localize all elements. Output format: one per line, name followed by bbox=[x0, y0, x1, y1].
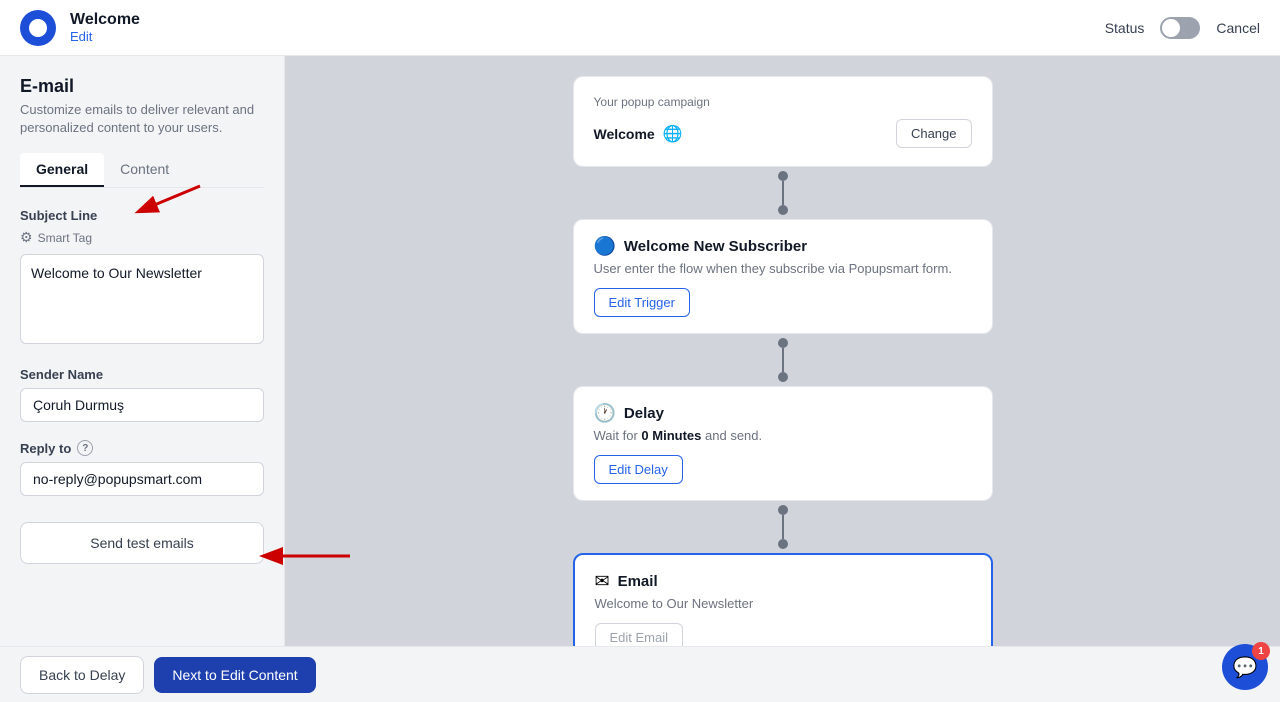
delay-desc-suffix: and send. bbox=[705, 428, 762, 443]
subject-line-label: Subject Line bbox=[20, 208, 264, 223]
flow-vert-2 bbox=[782, 348, 784, 372]
reply-to-label: Reply to ? bbox=[20, 440, 264, 456]
next-button[interactable]: Next to Edit Content bbox=[154, 657, 315, 693]
trigger-desc: User enter the flow when they subscribe … bbox=[594, 261, 972, 276]
right-panel: Your popup campaign Welcome 🌐 Change bbox=[285, 56, 1280, 702]
flow-line-2 bbox=[573, 334, 993, 386]
delay-title: Delay bbox=[624, 405, 664, 422]
reply-to-input[interactable] bbox=[20, 462, 264, 496]
trigger-title: Welcome New Subscriber bbox=[624, 238, 807, 255]
status-toggle[interactable] bbox=[1160, 17, 1200, 39]
campaign-label: Your popup campaign bbox=[594, 95, 972, 109]
reply-to-text: Reply to bbox=[20, 441, 71, 456]
reply-to-group: Reply to ? bbox=[20, 440, 264, 496]
trigger-icon: 🔵 bbox=[594, 236, 616, 257]
delay-desc-value: 0 Minutes bbox=[641, 428, 701, 443]
cancel-button[interactable]: Cancel bbox=[1216, 20, 1260, 36]
email-title: Email bbox=[618, 573, 658, 590]
smart-tag-label: Smart Tag bbox=[38, 231, 92, 245]
flow-dot-1 bbox=[778, 171, 788, 181]
campaign-name-text: Welcome bbox=[594, 126, 655, 142]
flow-dot-4 bbox=[778, 372, 788, 382]
flow-vert-1 bbox=[782, 181, 784, 205]
trigger-card-header: 🔵 Welcome New Subscriber bbox=[594, 236, 972, 257]
tab-bar: General Content bbox=[20, 153, 264, 188]
logo-inner bbox=[29, 19, 47, 37]
smart-tag-icon: ⚙ bbox=[20, 229, 33, 246]
sender-name-input[interactable] bbox=[20, 388, 264, 422]
chat-bubble[interactable]: 💬 1 bbox=[1222, 644, 1268, 690]
flow-dot-6 bbox=[778, 539, 788, 549]
subject-line-group: Subject Line ⚙ Smart Tag Welcome to Our … bbox=[20, 208, 264, 349]
back-button[interactable]: Back to Delay bbox=[20, 656, 144, 694]
trigger-card: 🔵 Welcome New Subscriber User enter the … bbox=[573, 219, 993, 334]
edit-trigger-button[interactable]: Edit Trigger bbox=[594, 288, 690, 317]
edit-link[interactable]: Edit bbox=[70, 29, 140, 44]
sender-name-group: Sender Name bbox=[20, 367, 264, 422]
page-title: Welcome bbox=[70, 11, 140, 29]
smart-tag-row[interactable]: ⚙ Smart Tag bbox=[20, 229, 264, 246]
delay-desc-prefix: Wait for bbox=[594, 428, 642, 443]
flow-container: Your popup campaign Welcome 🌐 Change bbox=[573, 76, 993, 670]
help-icon[interactable]: ? bbox=[77, 440, 93, 456]
left-panel: E-mail Customize emails to deliver relev… bbox=[0, 56, 285, 702]
chat-badge: 1 bbox=[1252, 642, 1270, 660]
main-layout: E-mail Customize emails to deliver relev… bbox=[0, 56, 1280, 702]
bottom-bar: Back to Delay Next to Edit Content bbox=[0, 646, 1280, 702]
campaign-card: Your popup campaign Welcome 🌐 Change bbox=[573, 76, 993, 167]
toggle-knob bbox=[1162, 19, 1180, 37]
header-title-block: Welcome Edit bbox=[70, 11, 140, 44]
flow-dot-3 bbox=[778, 338, 788, 348]
email-card-header: ✉ Email bbox=[595, 571, 971, 592]
change-button[interactable]: Change bbox=[896, 119, 972, 148]
edit-delay-button[interactable]: Edit Delay bbox=[594, 455, 683, 484]
delay-desc: Wait for 0 Minutes and send. bbox=[594, 428, 972, 443]
email-icon: ✉ bbox=[595, 571, 610, 592]
delay-card: 🕐 Delay Wait for 0 Minutes and send. Edi… bbox=[573, 386, 993, 501]
send-test-button[interactable]: Send test emails bbox=[20, 522, 264, 564]
sender-name-label: Sender Name bbox=[20, 367, 264, 382]
chat-icon: 💬 bbox=[1233, 655, 1258, 680]
campaign-name: Welcome 🌐 bbox=[594, 124, 683, 144]
section-title: E-mail bbox=[20, 76, 264, 97]
header-right: Status Cancel bbox=[1105, 17, 1260, 39]
flow-dot-5 bbox=[778, 505, 788, 515]
status-label: Status bbox=[1105, 20, 1145, 36]
campaign-row: Welcome 🌐 Change bbox=[594, 119, 972, 148]
flow-vert-3 bbox=[782, 515, 784, 539]
globe-icon: 🌐 bbox=[663, 124, 683, 144]
flow-line-1 bbox=[573, 167, 993, 219]
section-desc: Customize emails to deliver relevant and… bbox=[20, 101, 264, 137]
tab-general[interactable]: General bbox=[20, 153, 104, 187]
app-logo bbox=[20, 10, 56, 46]
delay-card-header: 🕐 Delay bbox=[594, 403, 972, 424]
subject-line-input[interactable]: Welcome to Our Newsletter bbox=[20, 254, 264, 344]
email-desc: Welcome to Our Newsletter bbox=[595, 596, 971, 611]
clock-icon: 🕐 bbox=[594, 403, 616, 424]
header: Welcome Edit Status Cancel bbox=[0, 0, 1280, 56]
tab-content[interactable]: Content bbox=[104, 153, 185, 187]
flow-dot-2 bbox=[778, 205, 788, 215]
flow-line-3 bbox=[573, 501, 993, 553]
